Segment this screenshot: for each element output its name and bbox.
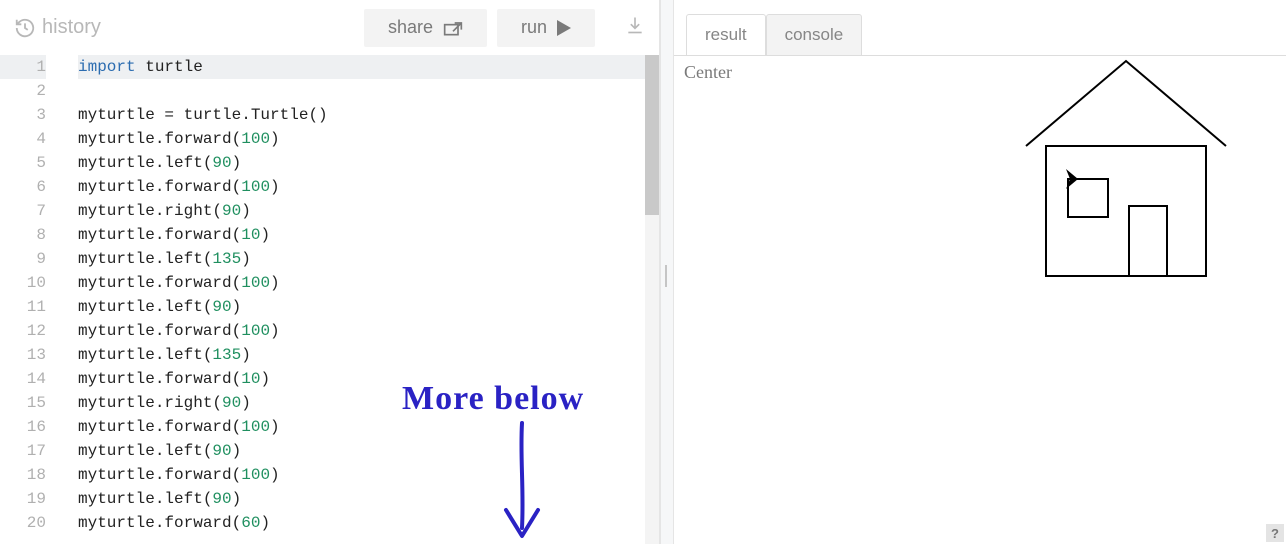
code-line[interactable]: myturtle.left(90) [78,439,659,463]
line-number: 5 [0,151,46,175]
code-line[interactable]: myturtle.right(90) [78,199,659,223]
share-label: share [388,17,433,38]
pane-splitter[interactable] [660,0,674,544]
line-number: 9 [0,247,46,271]
line-number: 16 [0,415,46,439]
code-editor[interactable]: 1234567891011121314151617181920 import t… [0,55,659,544]
splitter-handle-icon [665,265,667,287]
share-icon [443,19,463,37]
code-line[interactable]: myturtle.forward(100) [78,415,659,439]
code-line[interactable]: myturtle.left(135) [78,343,659,367]
line-number: 8 [0,223,46,247]
history-icon [14,17,36,39]
download-icon [625,15,645,35]
line-number: 15 [0,391,46,415]
scrollbar-thumb[interactable] [645,55,659,215]
code-line[interactable]: myturtle.left(90) [78,487,659,511]
line-number: 1 [0,55,46,79]
code-line[interactable]: myturtle.forward(100) [78,463,659,487]
code-line[interactable]: myturtle.left(90) [78,295,659,319]
history-label: history [42,16,101,39]
editor-scrollbar[interactable] [645,55,659,544]
line-number: 20 [0,511,46,535]
code-line[interactable] [78,79,659,103]
play-icon [557,20,571,36]
line-number: 18 [0,463,46,487]
line-number: 11 [0,295,46,319]
code-line[interactable]: import turtle [78,55,659,79]
line-number: 14 [0,367,46,391]
history-button[interactable]: history [14,16,101,39]
output-tabs: result console [674,0,1286,55]
code-line[interactable]: myturtle.forward(10) [78,223,659,247]
share-button[interactable]: share [364,9,487,47]
code-line[interactable]: myturtle.forward(100) [78,175,659,199]
code-line[interactable]: myturtle = turtle.Turtle() [78,103,659,127]
download-button[interactable] [625,15,645,40]
line-number: 19 [0,487,46,511]
line-number: 2 [0,79,46,103]
line-gutter: 1234567891011121314151617181920 [0,55,62,544]
run-button[interactable]: run [497,9,595,47]
code-line[interactable]: myturtle.left(135) [78,247,659,271]
help-button[interactable]: ? [1266,524,1284,542]
code-line[interactable]: myturtle.forward(100) [78,127,659,151]
code-line[interactable]: myturtle.left(90) [78,151,659,175]
line-number: 13 [0,343,46,367]
output-area: Center [674,55,1286,544]
code-line[interactable]: myturtle.forward(100) [78,319,659,343]
turtle-canvas [986,56,1266,331]
line-number: 3 [0,103,46,127]
code-line[interactable]: myturtle.forward(60) [78,511,659,535]
tab-result[interactable]: result [686,14,766,56]
output-pane: result console Center [674,0,1286,544]
editor-pane: history share run 1234567891011121314151… [0,0,660,544]
line-number: 12 [0,319,46,343]
code-line[interactable]: myturtle.forward(10) [78,367,659,391]
code-line[interactable]: myturtle.right(90) [78,391,659,415]
toolbar: history share run [0,0,659,55]
line-number: 7 [0,199,46,223]
line-number: 10 [0,271,46,295]
line-number: 4 [0,127,46,151]
run-label: run [521,17,547,38]
output-text: Center [684,62,732,82]
line-number: 6 [0,175,46,199]
tab-console[interactable]: console [766,14,863,56]
code-line[interactable]: myturtle.forward(100) [78,271,659,295]
code-area[interactable]: import turtlemyturtle = turtle.Turtle()m… [62,55,659,544]
line-number: 17 [0,439,46,463]
